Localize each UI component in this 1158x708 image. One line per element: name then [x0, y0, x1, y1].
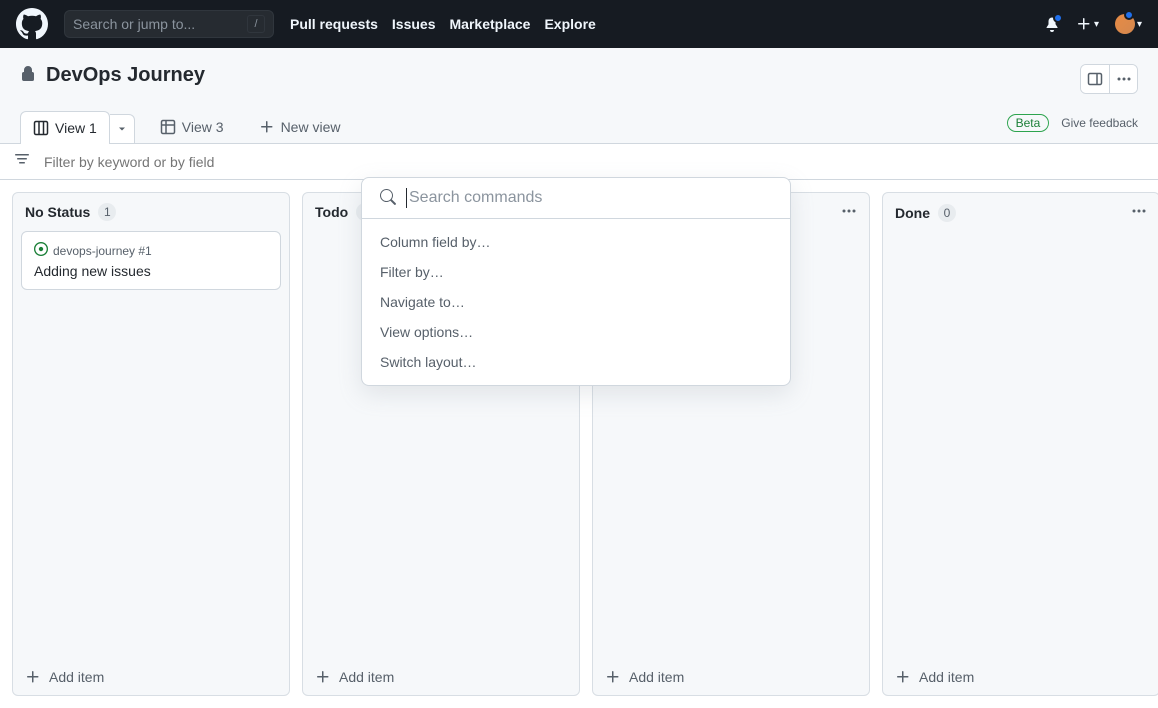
column-title: No Status — [25, 204, 90, 220]
card-title: Adding new issues — [34, 263, 268, 279]
create-new-menu[interactable]: ▾ — [1076, 16, 1099, 32]
new-view-label: New view — [281, 119, 341, 135]
search-icon — [380, 189, 396, 208]
column-no-status: No Status 1 devops-journey #1 Adding new… — [12, 192, 290, 696]
tab-view-1-dropdown[interactable] — [110, 114, 135, 144]
nav-issues[interactable]: Issues — [392, 16, 436, 32]
add-item-label: Add item — [629, 669, 684, 685]
column-title: Todo — [315, 204, 348, 220]
palette-item-view-options[interactable]: View options… — [362, 317, 790, 347]
column-title: Done — [895, 205, 930, 221]
feedback-link[interactable]: Give feedback — [1061, 116, 1138, 130]
project-title: DevOps Journey — [46, 64, 205, 87]
search-key-hint: / — [247, 15, 265, 33]
column-count: 1 — [98, 203, 116, 221]
primary-nav: Pull requests Issues Marketplace Explore — [290, 16, 596, 32]
board-layout-icon — [33, 120, 49, 136]
add-item-button[interactable]: Add item — [593, 659, 869, 695]
search-placeholder: Search or jump to... — [73, 16, 195, 32]
palette-item-switch-layout[interactable]: Switch layout… — [362, 347, 790, 377]
tab-view-1[interactable]: View 1 — [20, 111, 110, 144]
global-header: Search or jump to... / Pull requests Iss… — [0, 0, 1158, 48]
column-done: Done 0 Add item — [882, 192, 1158, 696]
active-tab-group: View 1 — [20, 111, 135, 143]
palette-search-row — [362, 178, 790, 219]
issue-card[interactable]: devops-journey #1 Adding new issues — [21, 231, 281, 290]
project-title-row: DevOps Journey — [20, 64, 205, 87]
lock-icon — [20, 66, 36, 85]
global-search-input[interactable]: Search or jump to... / — [64, 10, 274, 38]
user-status-badge — [1124, 10, 1134, 20]
column-count: 0 — [938, 204, 956, 222]
add-item-button[interactable]: Add item — [13, 659, 289, 695]
add-item-label: Add item — [49, 669, 104, 685]
column-body: devops-journey #1 Adding new issues — [13, 231, 289, 659]
tab-label: View 3 — [182, 119, 224, 135]
nav-marketplace[interactable]: Marketplace — [450, 16, 531, 32]
project-actions — [1080, 64, 1138, 94]
add-item-label: Add item — [339, 669, 394, 685]
add-item-button[interactable]: Add item — [303, 659, 579, 695]
notifications-icon[interactable] — [1044, 16, 1060, 32]
panel-toggle-button[interactable] — [1081, 65, 1109, 93]
project-header: DevOps Journey — [0, 48, 1158, 111]
card-reference: devops-journey #1 — [34, 242, 268, 259]
nav-explore[interactable]: Explore — [544, 16, 595, 32]
text-cursor — [406, 188, 407, 208]
user-menu[interactable]: ▾ — [1115, 14, 1142, 34]
column-body — [883, 232, 1158, 659]
new-view-button[interactable]: New view — [249, 111, 351, 143]
add-item-label: Add item — [919, 669, 974, 685]
command-palette: Column field by… Filter by… Navigate to…… — [361, 177, 791, 386]
github-logo-icon[interactable] — [16, 8, 48, 40]
column-header: No Status 1 — [13, 193, 289, 231]
beta-badge: Beta — [1007, 114, 1050, 132]
table-layout-icon — [160, 119, 176, 135]
notification-badge — [1053, 13, 1063, 23]
palette-item-filter-by[interactable]: Filter by… — [362, 257, 790, 287]
palette-item-column-field[interactable]: Column field by… — [362, 227, 790, 257]
filter-bar — [0, 144, 1158, 180]
add-item-button[interactable]: Add item — [883, 659, 1158, 695]
column-menu-button[interactable] — [1131, 203, 1147, 222]
tabs-right: Beta Give feedback — [1007, 114, 1138, 140]
column-menu-button[interactable] — [841, 203, 857, 222]
nav-pull-requests[interactable]: Pull requests — [290, 16, 378, 32]
header-right: ▾ ▾ — [1044, 14, 1142, 34]
more-actions-button[interactable] — [1109, 65, 1137, 93]
column-header: Done 0 — [883, 193, 1158, 232]
issue-open-icon — [34, 242, 48, 259]
palette-item-navigate-to[interactable]: Navigate to… — [362, 287, 790, 317]
palette-search-input[interactable] — [409, 189, 772, 207]
header-left: Search or jump to... / Pull requests Iss… — [16, 8, 596, 40]
caret-down-icon: ▾ — [1094, 19, 1099, 30]
tab-view-3[interactable]: View 3 — [147, 110, 237, 143]
caret-down-icon: ▾ — [1137, 19, 1142, 30]
views-tabs-bar: View 1 View 3 New view Beta Give feedbac… — [0, 110, 1158, 144]
filter-icon[interactable] — [14, 152, 30, 171]
tab-label: View 1 — [55, 120, 97, 136]
card-ref-text: devops-journey #1 — [53, 244, 152, 258]
tabs-left: View 1 View 3 New view — [20, 110, 350, 143]
palette-list: Column field by… Filter by… Navigate to…… — [362, 219, 790, 385]
filter-input[interactable] — [44, 154, 1144, 170]
